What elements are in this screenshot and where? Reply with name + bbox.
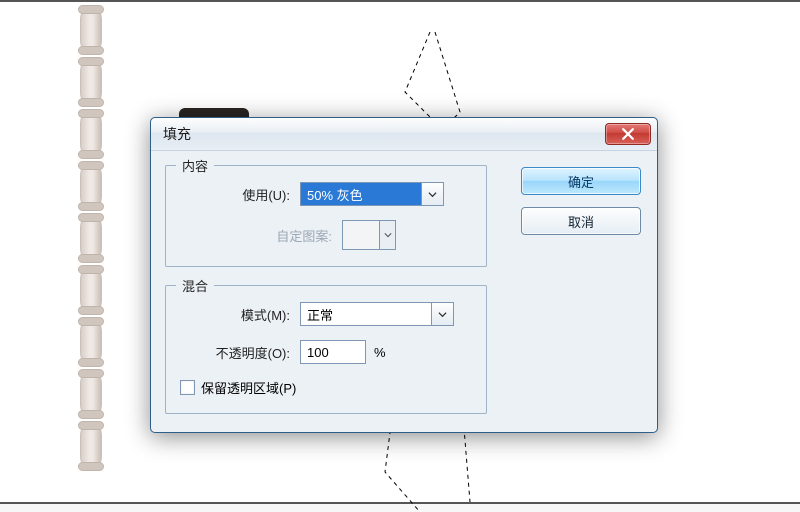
use-dropdown-value: 50% 灰色: [301, 183, 421, 205]
dialog-button-column: 确定 取消: [521, 167, 641, 235]
ok-button[interactable]: 确定: [521, 167, 641, 195]
opacity-unit: %: [374, 345, 386, 360]
preserve-transparency-row[interactable]: 保留透明区域(P): [180, 378, 472, 397]
custom-pattern-label: 自定图案:: [180, 226, 332, 245]
close-icon: [622, 128, 634, 140]
fill-dialog: 填充 确定 取消 内容 使用(U):: [150, 117, 658, 433]
use-label: 使用(U):: [180, 185, 290, 204]
content-legend: 内容: [176, 156, 214, 175]
dialog-body: 确定 取消 内容 使用(U): 50% 灰色: [151, 151, 657, 432]
bamboo-artwork: [78, 8, 104, 508]
ok-button-label: 确定: [568, 172, 594, 191]
cancel-button-label: 取消: [568, 212, 594, 231]
opacity-label: 不透明度(O):: [180, 343, 290, 362]
chevron-down-icon: [421, 183, 443, 205]
preserve-transparency-checkbox[interactable]: [180, 380, 195, 395]
dialog-titlebar[interactable]: 填充: [151, 118, 657, 151]
close-button[interactable]: [605, 123, 651, 145]
dialog-title: 填充: [163, 124, 605, 144]
content-fieldset: 内容 使用(U): 50% 灰色 自定图案:: [165, 165, 487, 267]
opacity-input[interactable]: [300, 340, 366, 364]
preserve-transparency-label: 保留透明区域(P): [201, 378, 296, 397]
blend-fieldset: 混合 模式(M): 正常 不透明度(O): %: [165, 285, 487, 414]
pattern-swatch: [343, 221, 379, 249]
mode-label: 模式(M):: [180, 305, 290, 324]
mode-dropdown-value: 正常: [301, 303, 431, 325]
mode-dropdown[interactable]: 正常: [300, 302, 454, 326]
canvas-background: 填充 确定 取消 内容 使用(U):: [0, 0, 800, 504]
cancel-button[interactable]: 取消: [521, 207, 641, 235]
use-dropdown[interactable]: 50% 灰色: [300, 182, 444, 206]
chevron-down-icon: [379, 221, 395, 249]
chevron-down-icon: [431, 303, 453, 325]
blend-legend: 混合: [176, 276, 214, 295]
custom-pattern-picker[interactable]: [342, 220, 396, 250]
